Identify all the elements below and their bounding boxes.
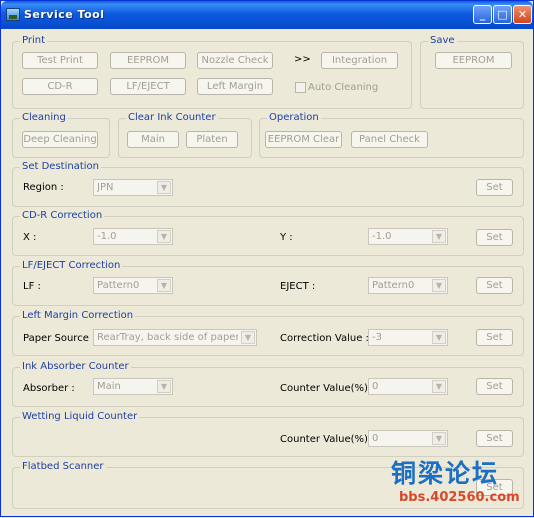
eject-label: EJECT : xyxy=(280,281,316,292)
service-tool-window: Service Tool _ □ ✕ Print Test Print EEPR… xyxy=(0,0,534,517)
lfeject-set-button[interactable]: Set xyxy=(476,277,513,294)
absorber-select[interactable]: Main ▼ xyxy=(93,378,173,395)
cd-r-button[interactable]: CD-R xyxy=(22,78,98,95)
chevron-down-icon: ▼ xyxy=(432,279,446,292)
paper-source-label: Paper Source : xyxy=(23,333,96,344)
lf-value: Pattern0 xyxy=(97,280,140,291)
x-select[interactable]: -1.0 ▼ xyxy=(93,228,173,245)
test-print-button[interactable]: Test Print xyxy=(22,52,98,69)
minimize-icon: _ xyxy=(479,8,486,21)
absorber-value: Main xyxy=(97,381,121,392)
app-icon xyxy=(6,8,20,21)
left-margin-button[interactable]: Left Margin xyxy=(197,78,273,95)
arrows-label: >> xyxy=(294,54,311,65)
region-value: JPN xyxy=(97,182,114,193)
watermark-url: bbs.402560.com xyxy=(399,490,520,505)
wetting-counter-label: Counter Value(%) : xyxy=(280,434,375,445)
wetting-counter-select[interactable]: 0 ▼ xyxy=(368,430,448,447)
region-label: Region : xyxy=(23,182,64,193)
auto-cleaning-label: Auto Cleaning xyxy=(308,82,379,93)
wetting-legend: Wetting Liquid Counter xyxy=(20,411,140,422)
lf-label: LF : xyxy=(23,281,41,292)
auto-cleaning-checkbox[interactable] xyxy=(295,82,306,93)
deep-cleaning-button[interactable]: Deep Cleaning xyxy=(22,131,98,148)
panel-check-button[interactable]: Panel Check xyxy=(351,131,428,148)
close-icon: ✕ xyxy=(517,8,528,21)
correction-value-select[interactable]: -3 ▼ xyxy=(368,329,448,346)
absorber-counter-value: 0 xyxy=(372,381,379,392)
chevron-down-icon: ▼ xyxy=(241,331,255,344)
chevron-down-icon: ▼ xyxy=(432,380,446,393)
absorber-counter-select[interactable]: 0 ▼ xyxy=(368,378,448,395)
y-select[interactable]: -1.0 ▼ xyxy=(368,228,448,245)
watermark-text: 铜梁论坛 xyxy=(391,459,500,488)
chevron-down-icon: ▼ xyxy=(432,432,446,445)
clear-ink-platen-button[interactable]: Platen xyxy=(186,131,238,148)
save-eeprom-button[interactable]: EEPROM xyxy=(435,52,512,69)
cdr-set-button[interactable]: Set xyxy=(476,229,513,246)
absorber-label: Absorber : xyxy=(23,383,75,394)
save-legend: Save xyxy=(428,35,457,46)
clear-ink-legend: Clear Ink Counter xyxy=(126,112,218,123)
paper-source-select[interactable]: RearTray, back side of paper ▼ xyxy=(93,329,257,346)
forum-watermark: 铜梁论坛 bbs.402560.com xyxy=(387,454,527,518)
absorber-set-button[interactable]: Set xyxy=(476,378,513,395)
maximize-icon: □ xyxy=(497,8,508,21)
eeprom-clear-button[interactable]: EEPROM Clear xyxy=(265,131,342,148)
title-bar[interactable]: Service Tool _ □ ✕ xyxy=(1,1,533,29)
chevron-down-icon: ▼ xyxy=(157,230,171,243)
left-margin-correction-legend: Left Margin Correction xyxy=(20,310,136,321)
minimize-button[interactable]: _ xyxy=(473,5,492,24)
absorber-counter-label: Counter Value(%) : xyxy=(280,383,375,394)
y-value: -1.0 xyxy=(372,231,392,242)
print-eeprom-button[interactable]: EEPROM xyxy=(110,52,186,69)
set-destination-group: Set Destination xyxy=(12,161,524,207)
chevron-down-icon: ▼ xyxy=(157,380,171,393)
eject-select[interactable]: Pattern0 ▼ xyxy=(368,277,448,294)
region-select[interactable]: JPN ▼ xyxy=(93,179,173,196)
integration-button[interactable]: Integration xyxy=(321,52,398,69)
correction-value: -3 xyxy=(372,332,382,343)
lf-select[interactable]: Pattern0 ▼ xyxy=(93,277,173,294)
cleaning-legend: Cleaning xyxy=(20,112,68,123)
region-set-button[interactable]: Set xyxy=(476,179,513,196)
paper-source-value: RearTray, back side of paper xyxy=(97,332,238,343)
lfeject-correction-legend: LF/EJECT Correction xyxy=(20,260,123,271)
wetting-counter-value: 0 xyxy=(372,433,379,444)
chevron-down-icon: ▼ xyxy=(157,181,171,194)
left-margin-set-button[interactable]: Set xyxy=(476,329,513,346)
flatbed-legend: Flatbed Scanner xyxy=(20,461,106,472)
x-label: X : xyxy=(23,232,37,243)
print-legend: Print xyxy=(20,35,48,46)
eject-value: Pattern0 xyxy=(372,280,415,291)
ink-absorber-legend: Ink Absorber Counter xyxy=(20,361,131,372)
chevron-down-icon: ▼ xyxy=(157,279,171,292)
close-button[interactable]: ✕ xyxy=(513,5,532,24)
chevron-down-icon: ▼ xyxy=(432,331,446,344)
window-title: Service Tool xyxy=(24,8,105,21)
correction-value-label: Correction Value : xyxy=(280,333,369,344)
operation-legend: Operation xyxy=(267,112,321,123)
clear-ink-main-button[interactable]: Main xyxy=(127,131,179,148)
x-value: -1.0 xyxy=(97,231,117,242)
lf-eject-button[interactable]: LF/EJECT xyxy=(110,78,186,95)
maximize-button[interactable]: □ xyxy=(493,5,512,24)
set-destination-legend: Set Destination xyxy=(20,161,101,172)
cdr-correction-legend: CD-R Correction xyxy=(20,210,105,221)
wetting-set-button[interactable]: Set xyxy=(476,430,513,447)
y-label: Y : xyxy=(280,232,293,243)
nozzle-check-button[interactable]: Nozzle Check xyxy=(197,52,273,69)
chevron-down-icon: ▼ xyxy=(432,230,446,243)
